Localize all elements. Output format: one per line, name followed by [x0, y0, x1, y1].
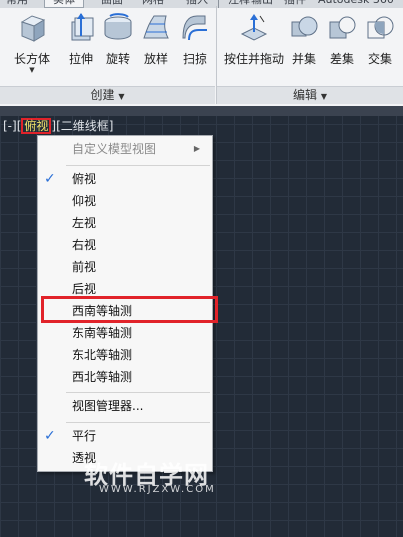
- ribbon-tab-bar: 常用 实体 曲面 网格 插入 注释 输出 插件 Autodesk 360: [0, 0, 403, 8]
- union-button[interactable]: 并集: [284, 12, 324, 74]
- presspull-icon: [238, 12, 270, 44]
- tab-insert[interactable]: 插入: [186, 0, 208, 8]
- panel-edit-chevron-down-icon[interactable]: ▼: [321, 92, 327, 101]
- tab-annotate[interactable]: 注释: [228, 0, 250, 8]
- watermark-url: WWW.RJZXW.COM: [99, 484, 216, 495]
- sweep-label: 扫掠: [182, 52, 207, 66]
- tab-mesh[interactable]: 网格: [142, 0, 164, 8]
- check-icon: ✓: [44, 171, 56, 187]
- menu-item-se-isometric[interactable]: 东南等轴测: [38, 322, 212, 344]
- box-label: 长方体: [13, 52, 50, 66]
- presspull-label: 按住并拖动: [224, 52, 285, 66]
- tab-surface[interactable]: 曲面: [101, 0, 123, 8]
- menu-item-right[interactable]: 右视: [38, 234, 212, 256]
- menu-item-view-manager[interactable]: 视图管理器...: [38, 395, 212, 417]
- submenu-arrow-icon: ▶: [193, 144, 200, 153]
- sweep-icon: [179, 12, 211, 44]
- subtract-icon: [326, 12, 358, 44]
- tab-plugins[interactable]: 插件: [284, 0, 306, 8]
- box-button[interactable]: 长方体 ▼: [10, 12, 54, 74]
- viewport-control-prefix[interactable]: [-][: [3, 118, 21, 134]
- union-label: 并集: [291, 52, 316, 66]
- revolve-icon: [102, 12, 134, 44]
- menu-item-left[interactable]: 左视: [38, 212, 212, 234]
- presspull-button[interactable]: 按住并拖动: [224, 12, 284, 74]
- loft-button[interactable]: 放样: [134, 12, 178, 74]
- menu-item-custom-model-views[interactable]: 自定义模型视图 ▶: [38, 138, 212, 160]
- tab-autodesk-360[interactable]: Autodesk 360: [318, 0, 394, 8]
- ribbon: 常用 实体 曲面 网格 插入 注释 输出 插件 Autodesk 360 长方体…: [0, 0, 403, 106]
- check-icon: ✓: [44, 428, 56, 444]
- highlight-box: [41, 296, 218, 323]
- subtract-label: 差集: [329, 52, 354, 66]
- menu-item-top[interactable]: ✓ 俯视: [38, 168, 212, 190]
- menu-item-bottom[interactable]: 仰视: [38, 190, 212, 212]
- panel-edit-title: 编辑: [293, 88, 318, 102]
- box-dropdown-icon[interactable]: ▼: [10, 66, 54, 74]
- viewport-controls: [-][俯视][二维线框]: [3, 118, 113, 134]
- menu-item-ne-isometric[interactable]: 东北等轴测: [38, 344, 212, 366]
- intersect-icon: [364, 12, 396, 44]
- tab-home[interactable]: 常用: [6, 0, 28, 8]
- menu-item-nw-isometric[interactable]: 西北等轴测: [38, 366, 212, 388]
- loft-label: 放样: [143, 52, 168, 66]
- intersect-button[interactable]: 交集: [360, 12, 400, 74]
- loft-icon: [140, 12, 172, 44]
- box-icon: [16, 12, 48, 44]
- extrude-icon: [65, 12, 97, 44]
- subtract-button[interactable]: 差集: [322, 12, 362, 74]
- tab-solid[interactable]: 实体: [44, 0, 84, 8]
- menu-item-front[interactable]: 前视: [38, 256, 212, 278]
- viewport-divider: [0, 106, 403, 116]
- panel-create-title: 创建: [90, 88, 115, 102]
- tab-output[interactable]: 输出: [251, 0, 273, 8]
- menu-item-parallel[interactable]: ✓ 平行: [38, 425, 212, 447]
- view-control[interactable]: 俯视: [21, 118, 52, 134]
- intersect-label: 交集: [367, 52, 392, 66]
- sweep-button[interactable]: 扫掠: [173, 12, 217, 74]
- visual-style-control[interactable]: ][二维线框]: [51, 118, 113, 134]
- panel-edit[interactable]: 编辑 ▼: [217, 86, 403, 104]
- union-icon: [288, 12, 320, 44]
- panel-create-chevron-down-icon[interactable]: ▼: [118, 92, 124, 101]
- panel-create[interactable]: 创建 ▼: [0, 86, 215, 104]
